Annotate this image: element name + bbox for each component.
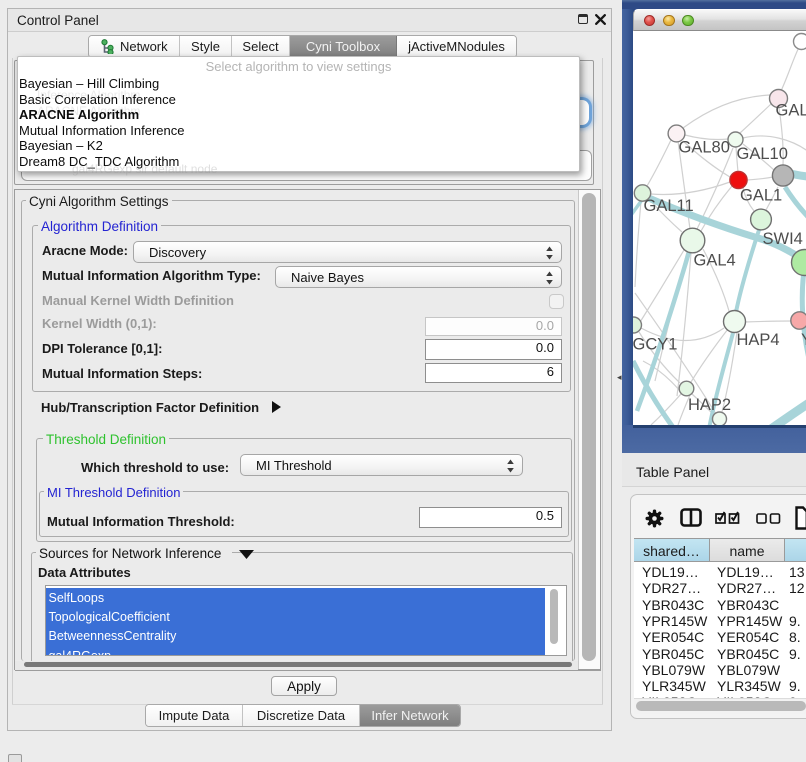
svg-text:GAL4: GAL4	[694, 252, 736, 270]
svg-text:SWI4: SWI4	[763, 230, 803, 248]
svg-text:HAP4: HAP4	[737, 331, 780, 349]
svg-text:GAL7: GAL7	[776, 102, 806, 120]
svg-text:HAP2: HAP2	[688, 396, 731, 414]
svg-text:GCY1: GCY1	[633, 336, 677, 354]
svg-text:GAL11: GAL11	[644, 197, 694, 215]
svg-text:Y: Y	[801, 331, 806, 349]
svg-text:GAL10: GAL10	[737, 145, 788, 163]
svg-text:GAL80: GAL80	[679, 139, 730, 157]
svg-text:GAL1: GAL1	[740, 187, 782, 205]
